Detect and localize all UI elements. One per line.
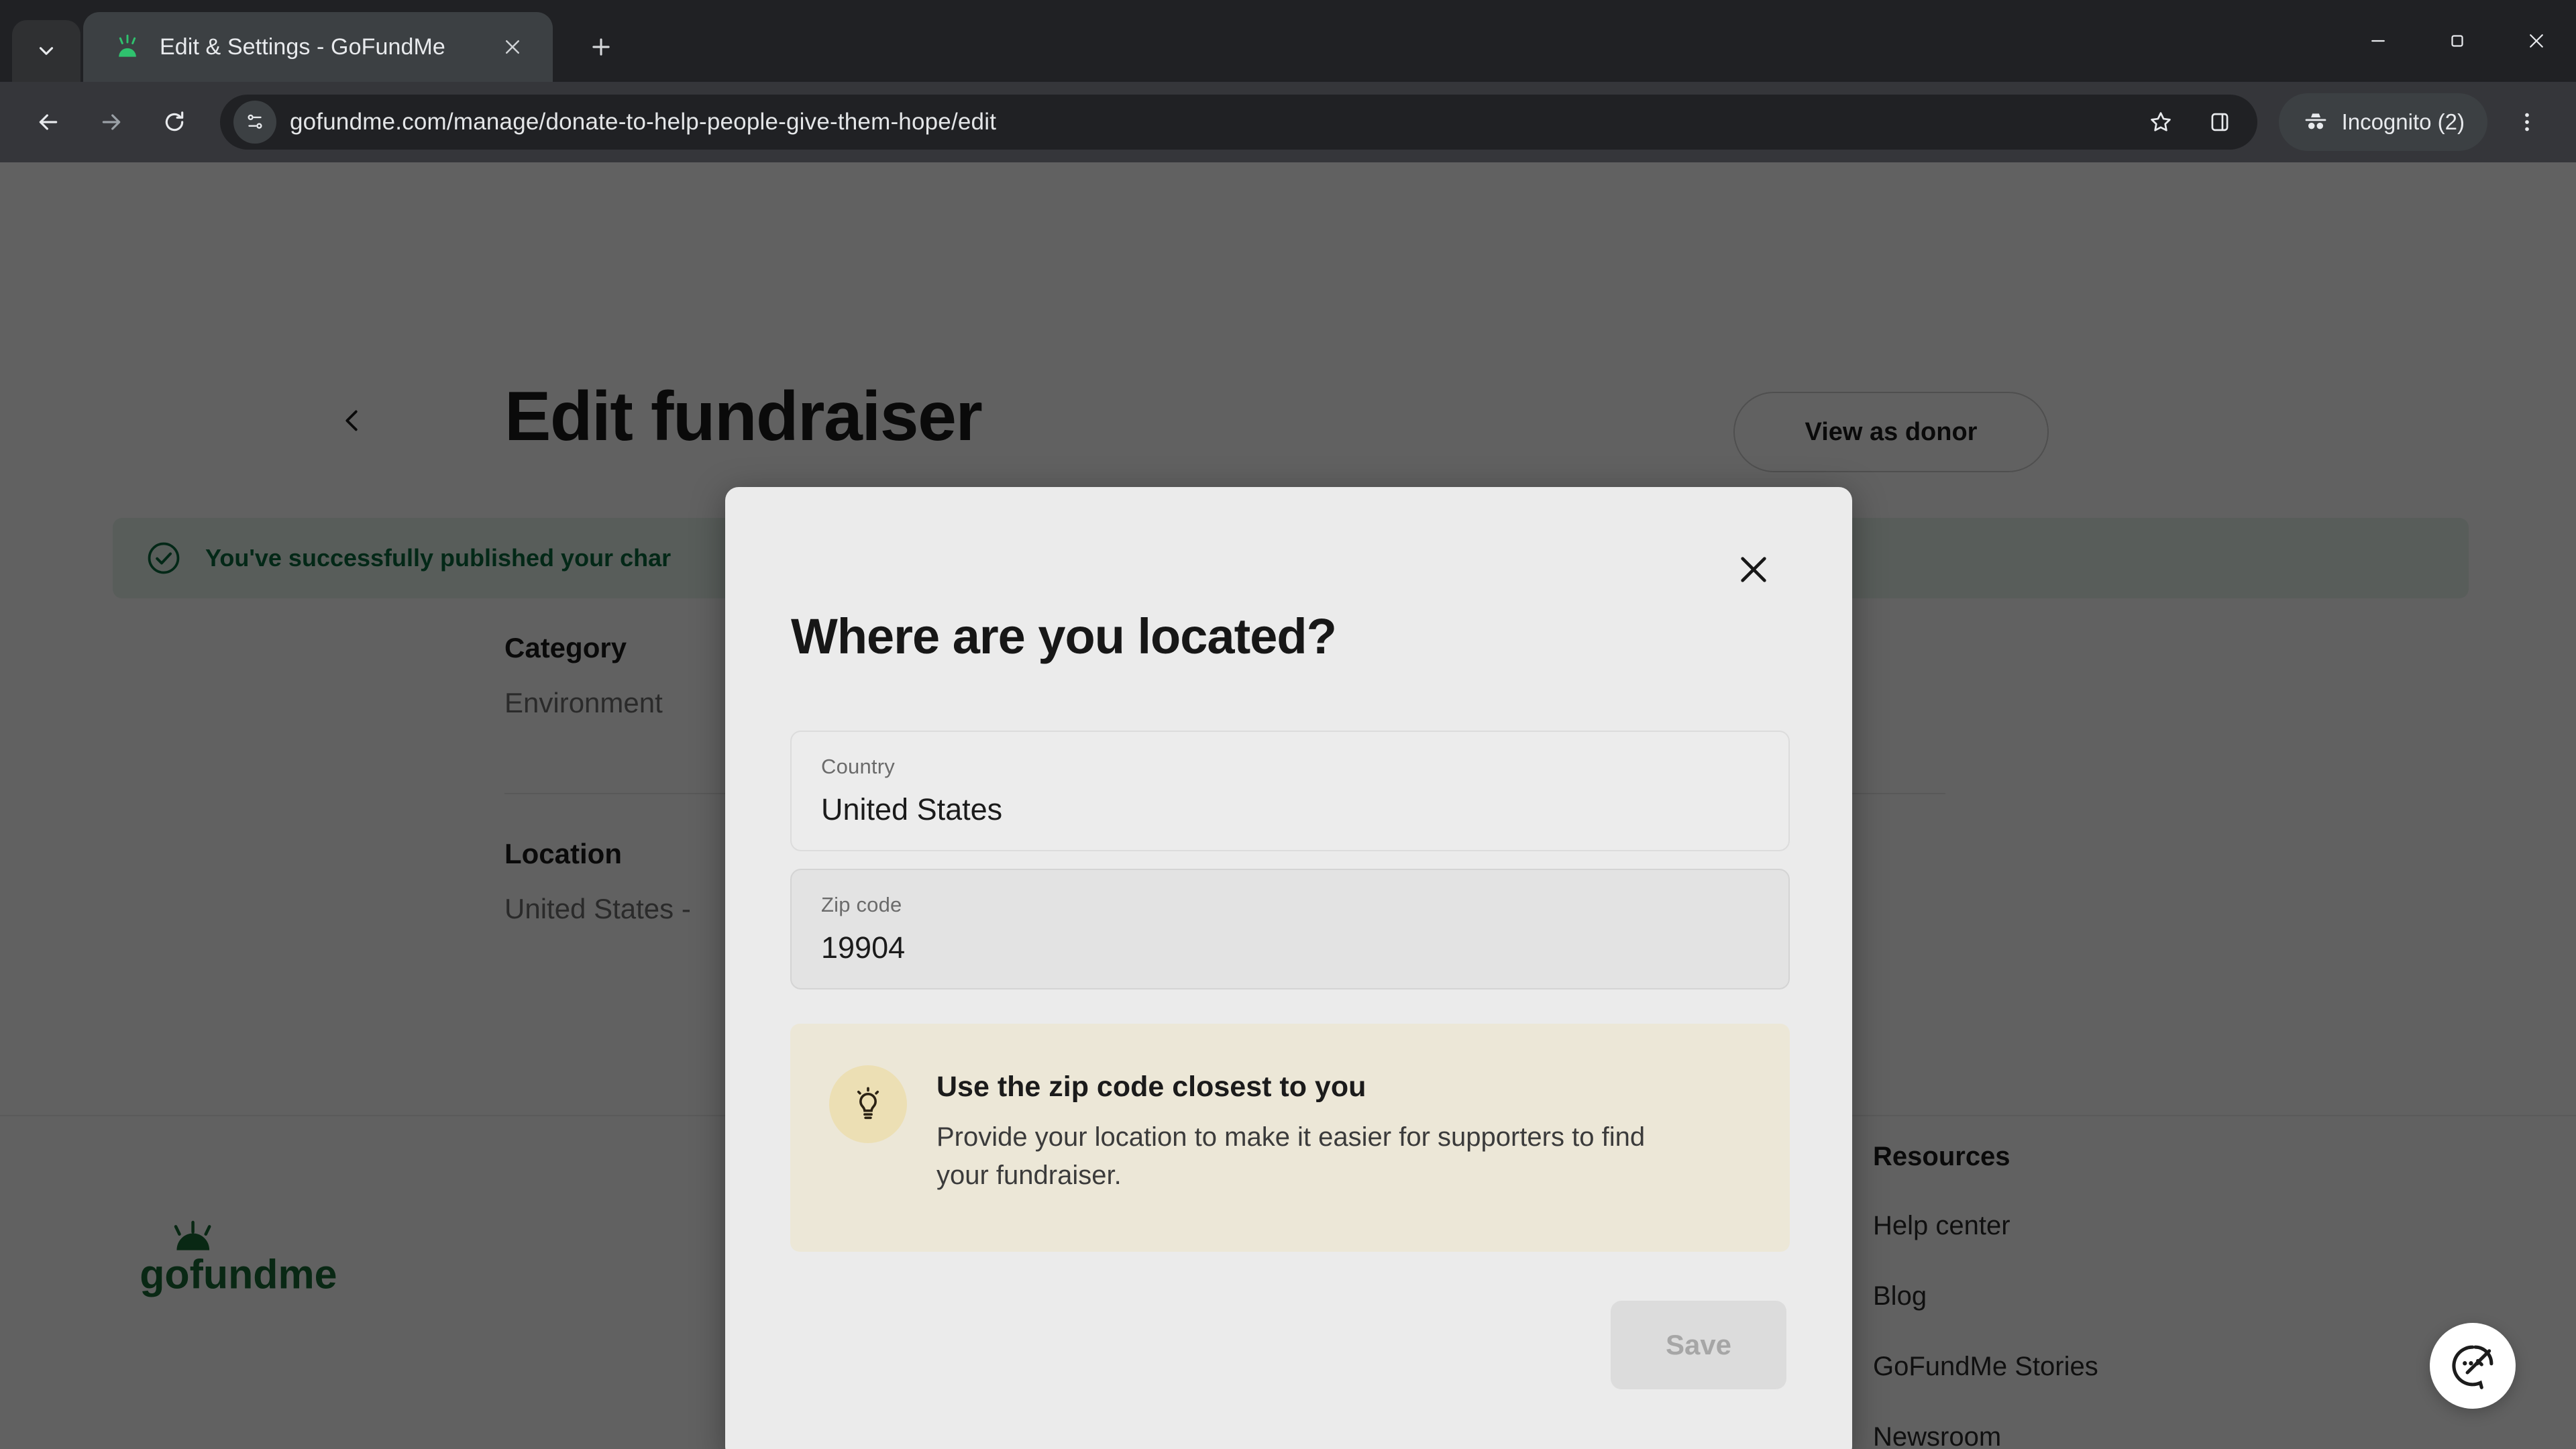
country-field-label: Country <box>821 755 895 778</box>
chevron-down-icon <box>39 47 54 55</box>
more-vertical-icon <box>2525 113 2529 131</box>
reload-icon <box>165 111 184 131</box>
incognito-icon <box>2305 113 2326 129</box>
bookmark-star-icon[interactable] <box>2134 95 2188 149</box>
browser-menu-button[interactable] <box>2498 93 2556 151</box>
maximize-button[interactable] <box>2418 0 2497 82</box>
omnibox-actions <box>2134 95 2247 149</box>
zip-tip-body: Use the zip code closest to you Provide … <box>936 1065 1688 1252</box>
zip-code-field[interactable]: Zip code 19904 <box>790 869 1790 989</box>
country-field-value: United States <box>821 792 1003 826</box>
zip-code-field-value: 19904 <box>821 930 906 965</box>
chat-check-icon <box>2452 1345 2493 1389</box>
new-tab-button[interactable] <box>574 20 628 74</box>
save-button[interactable]: Save <box>1611 1301 1786 1389</box>
tab-search-button[interactable] <box>12 20 80 82</box>
site-settings-icon[interactable] <box>233 101 276 144</box>
forward-button[interactable] <box>83 94 140 150</box>
close-icon <box>1741 557 1766 582</box>
address-bar[interactable]: gofundme.com/manage/donate-to-help-peopl… <box>220 95 2257 150</box>
gofundme-favicon-icon <box>113 32 142 62</box>
modal-title: Where are you located? <box>791 608 1337 664</box>
zip-tip-title: Use the zip code closest to you <box>936 1071 1366 1103</box>
maximize-icon <box>2451 35 2463 47</box>
arrow-right-icon <box>102 114 121 130</box>
tab-title: Edit & Settings - GoFundMe <box>160 34 445 60</box>
back-button[interactable] <box>20 94 76 150</box>
browser-window: Edit & Settings - GoFundMe gofundme.com/… <box>0 0 2576 1449</box>
tab-strip: Edit & Settings - GoFundMe <box>0 0 2576 82</box>
tab-gofundme[interactable]: Edit & Settings - GoFundMe <box>83 12 553 82</box>
country-field[interactable]: Country United States <box>790 731 1790 851</box>
url-text: gofundme.com/manage/donate-to-help-peopl… <box>290 109 997 135</box>
arrow-left-icon <box>39 114 58 130</box>
modal-close-button[interactable] <box>1723 539 1784 600</box>
minimize-button[interactable] <box>2339 0 2418 82</box>
tab-close-icon[interactable] <box>495 30 530 64</box>
support-chat-button[interactable] <box>2430 1323 2516 1409</box>
close-icon <box>2530 34 2543 48</box>
incognito-indicator[interactable]: Incognito (2) <box>2278 93 2487 151</box>
plus-icon <box>592 38 610 56</box>
location-modal: Where are you located? Country United St… <box>725 487 1852 1449</box>
side-panel-icon[interactable] <box>2193 95 2247 149</box>
incognito-label: Incognito (2) <box>2341 109 2465 134</box>
zip-tip-text: Provide your location to make it easier … <box>936 1122 1646 1190</box>
reload-button[interactable] <box>146 94 203 150</box>
zip-code-field-label: Zip code <box>821 893 902 916</box>
lightbulb-icon <box>829 1065 907 1143</box>
browser-toolbar: gofundme.com/manage/donate-to-help-peopl… <box>0 82 2576 162</box>
page-viewport: Edit fundraiser View as donor You've suc… <box>0 162 2576 1449</box>
zip-tip-callout: Use the zip code closest to you Provide … <box>790 1024 1790 1252</box>
close-window-button[interactable] <box>2497 0 2576 82</box>
window-controls <box>2339 0 2576 82</box>
minimize-icon <box>2371 40 2385 42</box>
